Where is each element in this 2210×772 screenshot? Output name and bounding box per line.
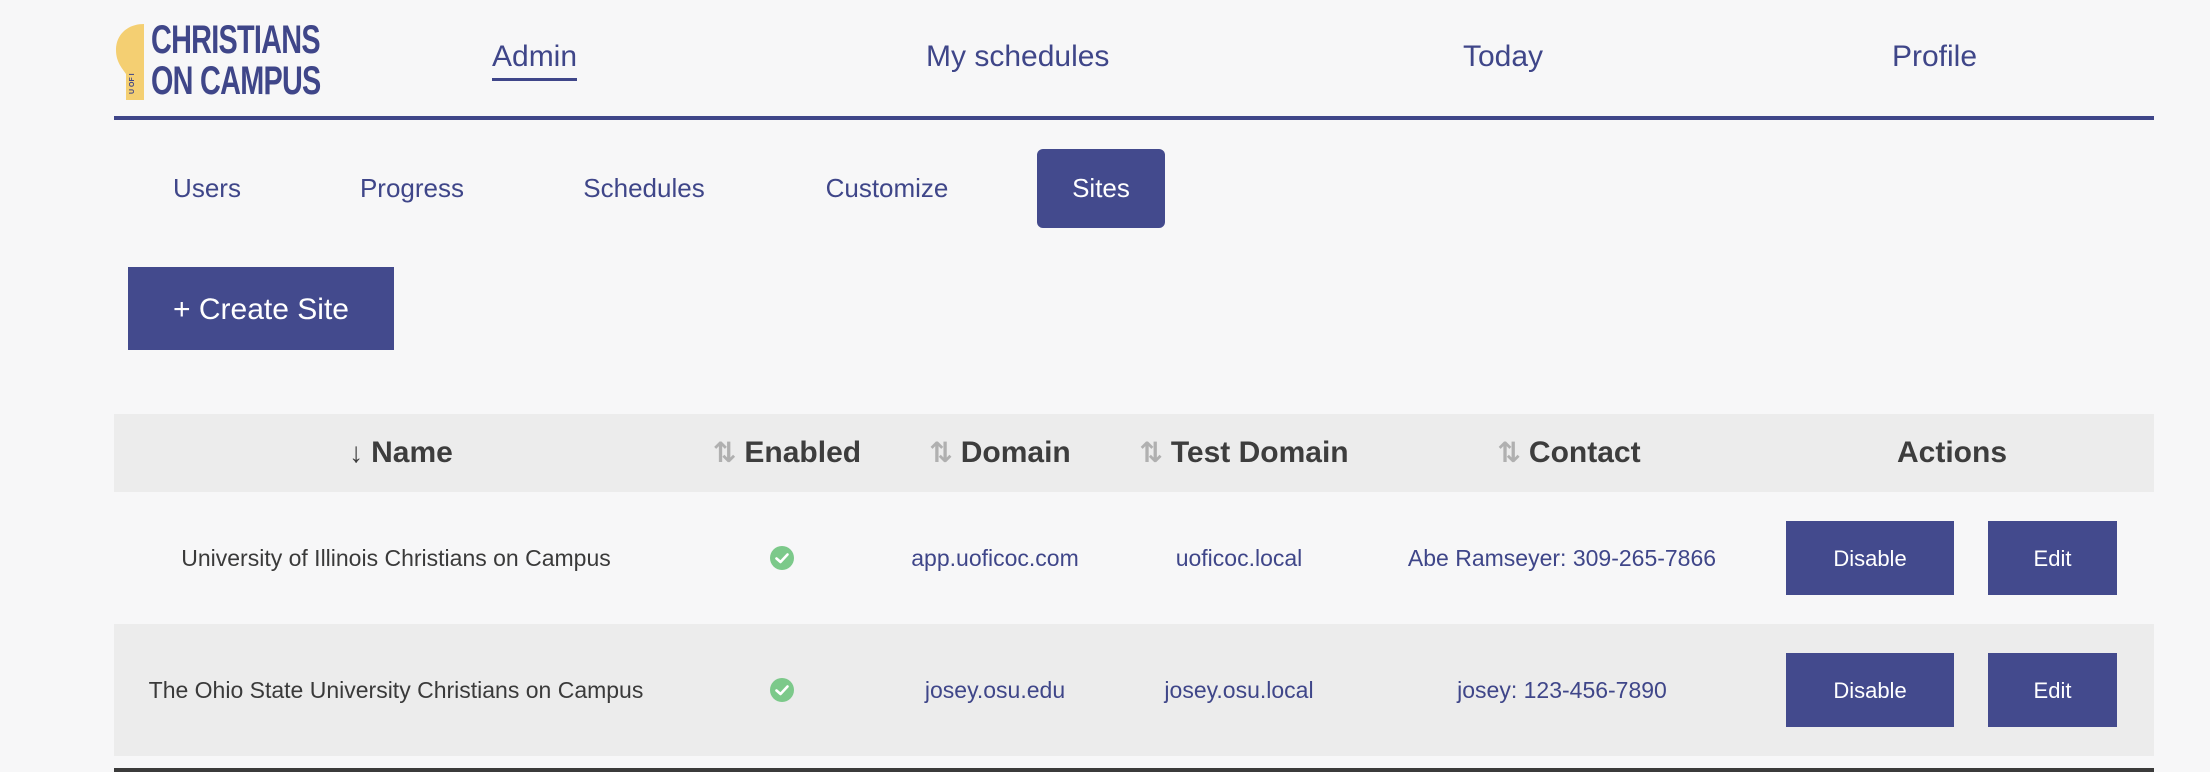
- tab-progress[interactable]: Progress: [340, 149, 484, 228]
- tab-users[interactable]: Users: [147, 149, 267, 228]
- column-header-name-label: Name: [371, 436, 453, 469]
- disable-button[interactable]: Disable: [1786, 653, 1954, 727]
- site-domain[interactable]: josey.osu.edu: [925, 624, 1065, 756]
- disable-button[interactable]: Disable: [1786, 521, 1954, 595]
- table-header-row: ↓ Name ⇅ Enabled ⇅ Domain ⇅ Test Domain ⇅ Con…: [114, 414, 2154, 492]
- site-contact: Abe Ramseyer: 309-265-7866: [1407, 545, 1717, 571]
- top-navigation-bar: U OF I CHRISTIANS ON CAMPUS Admin My sch…: [114, 0, 2154, 120]
- tab-customize[interactable]: Customize: [804, 149, 970, 228]
- column-header-actions: Actions: [1896, 436, 2008, 469]
- sort-updown-icon: ⇅: [929, 437, 953, 468]
- site-domain[interactable]: app.uoficoc.com: [911, 492, 1078, 624]
- column-header-test-domain-label: Test Domain: [1170, 436, 1349, 469]
- check-circle-icon: [770, 678, 794, 702]
- column-header-domain[interactable]: ⇅ Domain: [929, 414, 1070, 492]
- nav-profile[interactable]: Profile: [1892, 40, 1977, 74]
- column-header-domain-label: Domain: [960, 436, 1071, 469]
- nav-today[interactable]: Today: [1463, 40, 1543, 74]
- sort-updown-icon: ⇅: [1139, 437, 1163, 468]
- nav-admin[interactable]: Admin: [492, 40, 578, 81]
- sites-table: ↓ Name ⇅ Enabled ⇅ Domain ⇅ Test Domain ⇅ Con…: [114, 414, 2154, 756]
- logo-line-1: CHRISTIANS: [151, 18, 321, 62]
- check-circle-icon: [770, 546, 794, 570]
- site-name: The Ohio State University Christians on …: [148, 677, 644, 703]
- christians-on-campus-logo[interactable]: U OF I CHRISTIANS ON CAMPUS: [114, 20, 324, 106]
- logo-wordmark: CHRISTIANS ON CAMPUS: [151, 20, 321, 102]
- tab-sites[interactable]: Sites: [1037, 149, 1165, 228]
- table-bottom-border: [114, 768, 2154, 772]
- site-contact: josey: 123-456-7890: [1457, 677, 1667, 703]
- nav-my-schedules[interactable]: My schedules: [926, 40, 1109, 74]
- column-header-enabled-label: Enabled: [744, 436, 862, 469]
- svg-text:U OF I: U OF I: [129, 73, 136, 94]
- table-row: University of Illinois Christians on Cam…: [114, 492, 2154, 624]
- column-header-enabled[interactable]: ⇅ Enabled: [713, 414, 861, 492]
- edit-button[interactable]: Edit: [1988, 521, 2117, 595]
- site-test-domain[interactable]: uoficoc.local: [1176, 492, 1303, 624]
- edit-button[interactable]: Edit: [1988, 653, 2117, 727]
- table-row: The Ohio State University Christians on …: [114, 624, 2154, 756]
- site-test-domain[interactable]: josey.osu.local: [1164, 624, 1313, 756]
- column-header-contact-label: Contact: [1528, 436, 1641, 469]
- logo-line-2: ON CAMPUS: [151, 59, 321, 103]
- create-site-button[interactable]: + Create Site: [128, 267, 394, 350]
- page: U OF I CHRISTIANS ON CAMPUS Admin My sch…: [0, 0, 2210, 772]
- column-header-test-domain[interactable]: ⇅ Test Domain: [1139, 414, 1348, 492]
- sort-updown-icon: ⇅: [1497, 437, 1521, 468]
- arrow-down-icon: ↓: [349, 437, 364, 468]
- site-name: University of Illinois Christians on Cam…: [181, 545, 611, 571]
- lightbulb-icon: U OF I: [116, 24, 144, 100]
- column-header-name[interactable]: ↓ Name: [349, 414, 453, 492]
- tab-schedules[interactable]: Schedules: [564, 149, 724, 228]
- column-header-contact[interactable]: ⇅ Contact: [1497, 414, 1640, 492]
- sort-updown-icon: ⇅: [712, 437, 737, 468]
